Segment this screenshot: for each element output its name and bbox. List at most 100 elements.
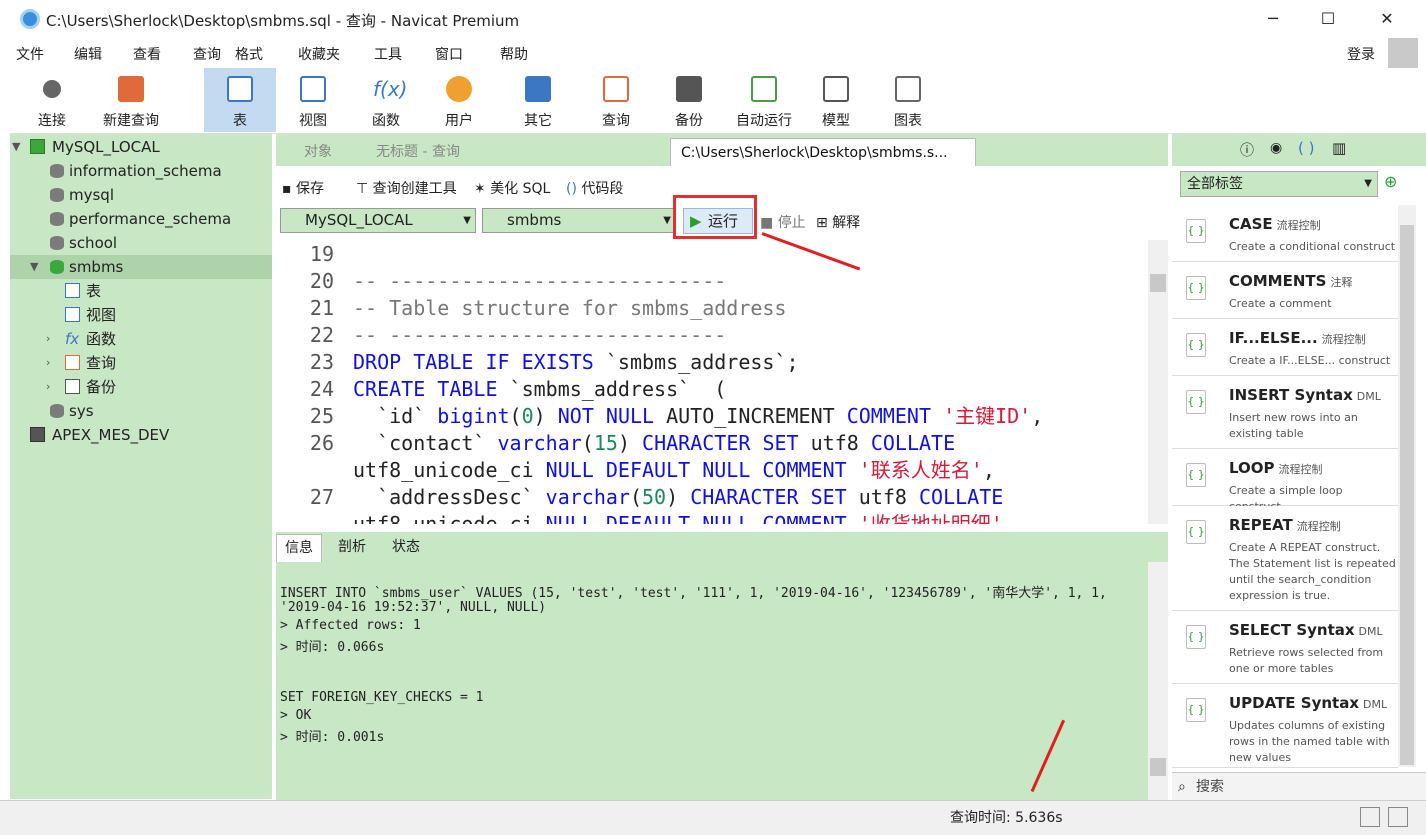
snippet-search[interactable]: ⌕ 搜索 [1172,772,1426,800]
expand-arrow-icon[interactable]: › [46,351,50,375]
minimize-button[interactable]: ─ [1258,8,1288,30]
tree-node-backups[interactable]: › 备份 [10,375,272,399]
code-text: utf8_unicode_ci NULL DEFAULT NULL COMMEN… [353,458,995,482]
line-number: 20 [309,269,334,293]
editor-scrollbar[interactable] [1148,240,1168,524]
expand-arrow-icon[interactable]: ▼ [12,135,20,159]
login-link[interactable]: 登录 [1347,44,1375,64]
database-icon [50,404,64,418]
tree-node-mysql-local[interactable]: ▼ MySQL_LOCAL [10,135,272,159]
menu-edit[interactable]: 编辑 [74,44,102,64]
snippet-desc: Create a IF...ELSE... construct [1229,354,1391,367]
connection-select[interactable]: MySQL_LOCAL ▼ [280,208,476,233]
toolbar-model-button[interactable]: 模型 [800,68,872,132]
snippet-tag: 流程控制 [1276,219,1321,232]
tree-node-mysql[interactable]: mysql [10,183,272,207]
tree-node-queries[interactable]: › 查询 [10,351,272,375]
snippet-title: IF...ELSE... 流程控制 [1229,329,1366,347]
toolbar-query-button[interactable]: 查询 [580,68,652,132]
explain-button[interactable]: ⊞ 解释 [816,212,860,232]
tree-node-information-schema[interactable]: information_schema [10,159,272,183]
avatar[interactable] [1388,38,1418,68]
snippet-scrollbar[interactable] [1398,205,1416,767]
tree-node-tables[interactable]: 表 [10,279,272,303]
stop-button[interactable]: ■ 停止 [760,212,806,232]
expand-arrow-icon[interactable]: ▼ [30,255,38,279]
snippet-item[interactable]: { } CASE 流程控制 Create a conditional construc… [1172,205,1398,262]
query-builder-button[interactable]: ⊤ 查询创建工具 [356,178,457,198]
tree-node-school[interactable]: school [10,231,272,255]
menu-query[interactable]: 查询 [193,44,221,64]
toolbar-automation-button[interactable]: 自动运行 [726,68,802,132]
info-icon[interactable]: ⓘ [1240,140,1254,160]
tab-untitled-query[interactable]: 无标题 - 查询 [366,138,470,166]
code-snippet-button[interactable]: () 代码段 [566,178,623,198]
snippet-item[interactable]: { } SELECT Syntax DML Retrieve rows selecte… [1172,611,1398,684]
result-scrollbar[interactable] [1148,562,1168,800]
close-button[interactable]: ✕ [1372,8,1402,30]
snippet-item[interactable]: { }LOOP流程控制Create a simple loop construc… [1172,449,1398,513]
toolbar-backup-button[interactable]: 备份 [653,68,725,132]
snippet-item[interactable]: { } INSERT Syntax DML Insert new rows into … [1172,376,1398,449]
expand-arrow-icon[interactable]: › [46,327,50,351]
toolbar-label: 查询 [602,113,630,129]
scroll-thumb[interactable] [1150,758,1166,776]
beautify-sql-button[interactable]: ✶ 美化 SQL [474,178,550,198]
scroll-thumb[interactable] [1400,225,1414,765]
tab-objects[interactable]: 对象 [294,138,342,166]
tree-node-apex-mes-dev[interactable]: APEX_MES_DEV [10,423,272,447]
save-button[interactable]: ▪ 保存 [282,178,324,198]
tab-current-query[interactable]: C:\Users\Sherlock\Desktop\smbms.s... [670,138,976,166]
tab-status[interactable]: 状态 [384,534,428,562]
snippet-tag: DML [1358,625,1383,638]
tree-node-views[interactable]: 视图 [10,303,272,327]
snippet-icon[interactable]: ( ) [1298,139,1314,157]
add-snippet-icon[interactable]: ⊕ [1384,172,1397,191]
tree-node-sys[interactable]: sys [10,399,272,423]
menu-file[interactable]: 文件 [16,44,44,64]
toolbar-view-button[interactable]: 视图 [277,68,349,132]
tree-node-functions[interactable]: › fx 函数 [10,327,272,351]
expand-arrow-icon[interactable]: › [46,375,50,399]
snippet-item[interactable]: { } UPDATE Syntax DML Updates columns of ex… [1172,684,1398,768]
tag-filter-select[interactable]: 全部标签 ▼ [1180,171,1378,197]
toolbar-new-query-button[interactable]: 新建查询 [92,68,170,132]
toolbar-label: 图表 [894,113,922,129]
snippet-item[interactable]: { } COMMENTS 注释 Create a comment [1172,262,1398,319]
scroll-thumb[interactable] [1150,274,1166,292]
snippet-item[interactable]: { } REPEAT 流程控制 Create A REPEAT construct. … [1172,506,1398,611]
sql-editor[interactable]: 19 20 -- ---------------------------- 21 -- … [276,240,1148,524]
search-icon: ⌕ [1178,779,1186,795]
menu-format[interactable]: 格式 [235,44,263,64]
menu-view[interactable]: 查看 [133,44,161,64]
tree-node-performance-schema[interactable]: performance_schema [10,207,272,231]
menu-favorites[interactable]: 收藏夹 [298,44,340,64]
menu-help[interactable]: 帮助 [500,44,528,64]
toolbar-function-button[interactable]: f(x) 函数 [350,68,422,132]
node-label: school [69,234,118,252]
menu-tools[interactable]: 工具 [374,44,402,64]
function-icon: fx [65,330,80,348]
snippet-item[interactable]: { } IF...ELSE... 流程控制 Create a IF...ELSE...… [1172,319,1398,376]
maximize-button[interactable]: ☐ [1313,8,1343,30]
toolbar-connect-button[interactable]: 连接 [16,68,88,132]
connection-value: MySQL_LOCAL [305,211,413,229]
tab-profile[interactable]: 剖析 [330,534,374,562]
line-number: 19 [309,242,334,266]
tab-info[interactable]: 信息 [276,534,322,562]
database-select[interactable]: smbms ▼ [482,208,676,233]
toolbar-other-button[interactable]: 其它 [502,68,574,132]
toolbar-chart-button[interactable]: 图表 [872,68,944,132]
eye-icon[interactable]: ◉ [1270,140,1282,156]
menu-window[interactable]: 窗口 [435,44,463,64]
snippet-tag: 流程控制 [1278,463,1323,476]
plug-icon [43,80,61,98]
result-line: > 时间: 0.066s [280,640,385,655]
form-view-icon[interactable] [1388,807,1408,827]
grid-view-icon[interactable] [1360,807,1380,827]
node-label: 备份 [86,378,117,396]
toolbar-user-button[interactable]: 用户 [423,68,495,132]
layout-icon[interactable]: ▥ [1332,139,1346,157]
tree-node-smbms[interactable]: ▼ smbms [10,255,272,279]
toolbar-table-button[interactable]: 表 [204,68,276,132]
